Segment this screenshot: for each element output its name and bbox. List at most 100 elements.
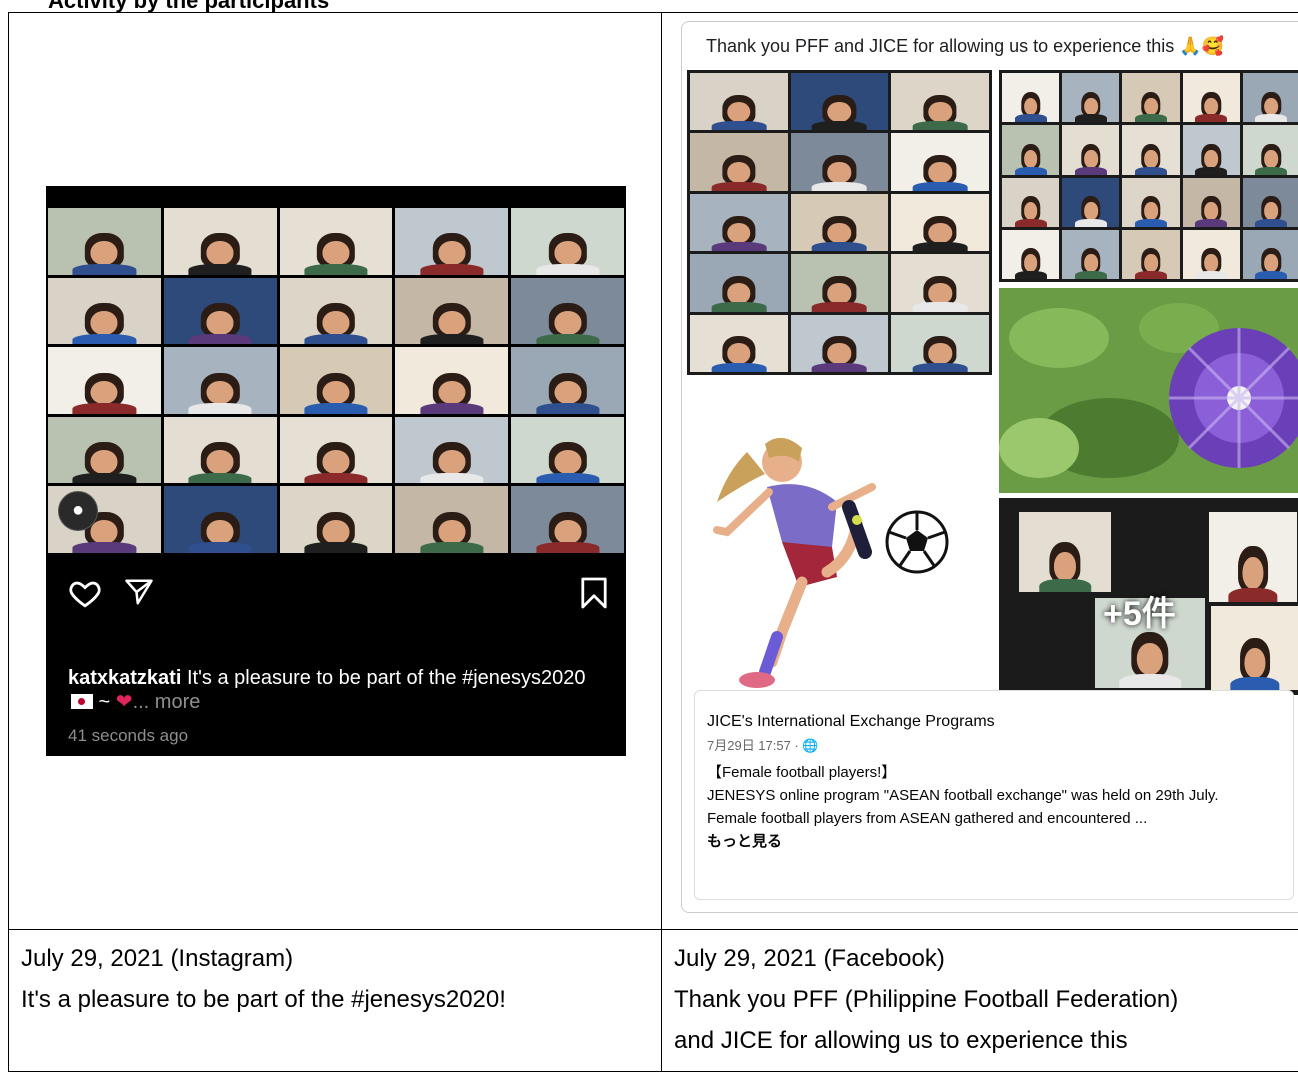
link-preview[interactable]: JICE's International Exchange Programs 7…	[694, 690, 1294, 900]
participant-video-tile	[891, 73, 989, 130]
participant-video-tile	[164, 347, 277, 414]
caption-date: July 29, 2021 (Instagram)	[21, 938, 649, 979]
participant-video-tile	[1122, 230, 1179, 279]
more-photos-count[interactable]: +5件	[1103, 586, 1176, 635]
participant-video-tile	[280, 417, 393, 484]
participant-video-tile	[690, 315, 788, 372]
participant-video-tile	[1062, 178, 1119, 227]
caption-suffix: ~	[93, 691, 116, 713]
facebook-post: Thank you PFF and JICE for allowing us t…	[681, 21, 1298, 913]
participant-video-tile	[1183, 230, 1240, 279]
participant-video-tile	[511, 278, 624, 345]
participant-video-tile	[48, 278, 161, 345]
participant-video-tile	[891, 133, 989, 190]
participant-video-tile	[1122, 178, 1179, 227]
participant-video-tile	[1019, 512, 1111, 592]
share-icon[interactable]	[124, 576, 154, 608]
video-call-grid: +5件	[999, 498, 1298, 695]
participant-video-tile	[891, 315, 989, 372]
participant-video-tile	[395, 486, 508, 553]
participant-video-tile	[280, 486, 393, 553]
post-body-line-2: Female football players from ASEAN gathe…	[707, 807, 1279, 830]
participant-video-tile	[690, 133, 788, 190]
caption-date: July 29, 2021 (Facebook)	[674, 938, 1296, 979]
participant-video-tile	[48, 417, 161, 484]
football-player-illustration	[687, 382, 992, 695]
participant-video-tile	[1002, 73, 1059, 122]
participant-video-tile	[791, 194, 889, 251]
video-call-grid	[999, 70, 1298, 282]
participant-video-tile	[690, 254, 788, 311]
more-link[interactable]: ... more	[133, 691, 201, 713]
post-body-line-1: JENESYS online program "ASEAN football e…	[707, 784, 1279, 807]
facebook-screenshot-cell: Thank you PFF and JICE for allowing us t…	[662, 13, 1298, 930]
participant-video-tile	[1122, 125, 1179, 174]
participant-video-tile	[511, 486, 624, 553]
photo-collage[interactable]: +5件	[687, 70, 1298, 695]
caption-text-line-2: and JICE for allowing us to experience t…	[674, 1020, 1296, 1061]
participant-video-tile	[1062, 230, 1119, 279]
participant-video-tile	[791, 254, 889, 311]
participant-video-tile	[891, 194, 989, 251]
participant-video-tile	[791, 73, 889, 130]
participant-video-tile	[280, 278, 393, 345]
emoji: 🙏🥰	[1179, 36, 1224, 56]
participant-video-tile	[1062, 125, 1119, 174]
heart-icon[interactable]	[68, 576, 102, 610]
participant-video-tile	[1211, 606, 1298, 690]
instagram-screenshot-cell: ● katxkatzkati It's a pleasure to be par…	[9, 13, 662, 930]
flower-photo	[999, 288, 1298, 493]
participant-video-tile	[891, 254, 989, 311]
participant-video-tile	[1002, 178, 1059, 227]
user-avatar-icon[interactable]: ●	[58, 491, 98, 531]
post-headline: 【Female football players!】	[707, 761, 1279, 784]
participant-video-tile	[164, 486, 277, 553]
username[interactable]: katxkatzkati	[68, 667, 181, 689]
bookmark-icon[interactable]	[580, 576, 608, 610]
participant-video-tile	[395, 347, 508, 414]
japan-flag-icon	[71, 694, 93, 709]
participant-video-tile	[1243, 178, 1298, 227]
participant-video-tile	[395, 208, 508, 275]
participant-video-tile	[1183, 125, 1240, 174]
post-date: 7月29日 17:57 · 🌐	[707, 735, 819, 754]
post-body: 【Female football players!】 JENESYS onlin…	[707, 761, 1279, 853]
page-name[interactable]: JICE's International Exchange Programs	[707, 713, 995, 731]
participant-video-tile	[511, 347, 624, 414]
participant-video-tile	[164, 278, 277, 345]
participant-video-tile	[511, 417, 624, 484]
participant-video-tile	[1209, 512, 1297, 602]
red-heart-icon: ❤	[116, 691, 133, 713]
instagram-caption-cell: July 29, 2021 (Instagram) It's a pleasur…	[9, 930, 662, 1072]
globe-icon: 🌐	[802, 738, 818, 753]
participant-video-tile	[280, 208, 393, 275]
post-timestamp: 41 seconds ago	[68, 726, 188, 746]
facebook-caption-cell: July 29, 2021 (Facebook) Thank you PFF (…	[662, 930, 1298, 1072]
participant-video-tile	[164, 208, 277, 275]
participant-video-tile	[511, 208, 624, 275]
participant-video-tile	[280, 347, 393, 414]
post-title: Thank you PFF and JICE for allowing us t…	[706, 36, 1224, 57]
participant-video-tile	[1062, 73, 1119, 122]
participant-video-tile	[1183, 73, 1240, 122]
caption-text-line-1: Thank you PFF (Philippine Football Feder…	[674, 979, 1296, 1020]
participant-video-tile	[690, 73, 788, 130]
participant-video-tile	[791, 133, 889, 190]
activity-table: ● katxkatzkati It's a pleasure to be par…	[8, 12, 1298, 1072]
participant-video-tile	[1183, 178, 1240, 227]
participant-video-tile	[395, 417, 508, 484]
caption-text: It's a pleasure to be part of the #jenes…	[187, 667, 586, 689]
participant-video-tile	[1002, 230, 1059, 279]
participant-video-tile	[395, 278, 508, 345]
caption-text: It's a pleasure to be part of the #jenes…	[21, 979, 649, 1020]
participant-video-tile	[1243, 73, 1298, 122]
participant-video-tile	[48, 347, 161, 414]
post-actions	[68, 576, 608, 612]
participant-video-tile	[1122, 73, 1179, 122]
see-more-link[interactable]: もっと見る	[707, 830, 1279, 853]
participant-video-tile	[1002, 125, 1059, 174]
participant-video-tile	[791, 315, 889, 372]
video-call-grid	[48, 208, 624, 553]
participant-video-tile	[164, 417, 277, 484]
participant-video-tile	[48, 208, 161, 275]
